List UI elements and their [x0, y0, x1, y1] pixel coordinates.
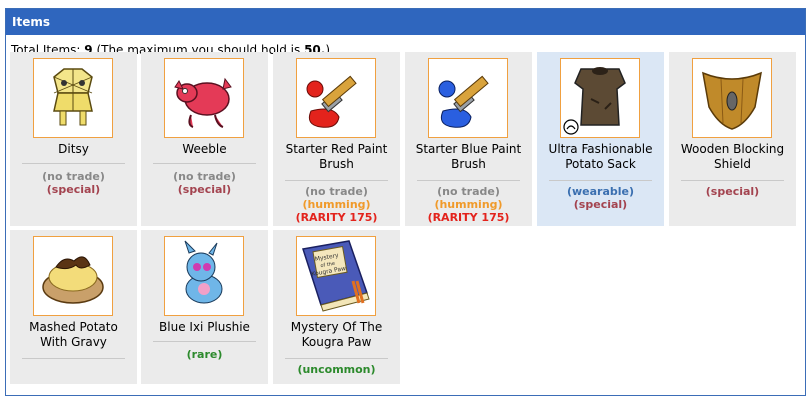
item-divider — [549, 180, 652, 181]
item-weeble[interactable]: Weeble (no trade) (special) — [141, 52, 268, 226]
special-tag: (special) — [573, 198, 628, 211]
item-tags: (no trade) (humming) (RARITY 175) — [273, 185, 400, 224]
item-red-paint-brush[interactable]: Starter Red Paint Brush (no trade) (hummi… — [273, 52, 400, 226]
blue-paint-brush-icon[interactable] — [428, 58, 508, 138]
item-name: Blue Ixi Plushie — [159, 320, 250, 334]
item-divider — [153, 341, 256, 342]
panel-header: Items — [6, 9, 805, 35]
item-potato-sack[interactable]: Ultra Fashionable Potato Sack (wearable) … — [537, 52, 664, 226]
no-trade-tag: (no trade) — [173, 170, 236, 183]
item-divider — [22, 358, 125, 359]
item-divider — [417, 180, 520, 181]
ditsy-petpet-icon[interactable] — [33, 58, 113, 138]
humming-tag: (humming) — [434, 198, 503, 211]
red-paint-brush-icon[interactable] — [296, 58, 376, 138]
item-kougra-book[interactable]: Mystery of the Kougra Paw Mystery Of The… — [273, 230, 400, 384]
item-divider — [681, 180, 784, 181]
panel-title: Items — [12, 15, 50, 29]
potato-sack-icon[interactable] — [560, 58, 640, 138]
item-blue-ixi-plushie[interactable]: Blue Ixi Plushie (rare) — [141, 230, 268, 384]
item-tags: (uncommon) — [273, 363, 400, 376]
rarity-tag: (RARITY 175) — [295, 211, 378, 224]
item-name: Starter Red Paint Brush — [285, 142, 388, 171]
item-name: Ultra Fashionable Potato Sack — [548, 142, 653, 171]
item-divider — [285, 358, 388, 359]
wearable-tag: (wearable) — [566, 185, 635, 198]
item-name: Starter Blue Paint Brush — [415, 142, 522, 171]
item-ditsy[interactable]: Ditsy (no trade) (special) — [10, 52, 137, 226]
uncommon-tag: (uncommon) — [297, 363, 376, 376]
item-wooden-shield[interactable]: Wooden Blocking Shield (special) — [669, 52, 796, 226]
item-tags: (no trade) (humming) (RARITY 175) — [405, 185, 532, 224]
mashed-potato-icon[interactable] — [33, 236, 113, 316]
weeble-petpet-icon[interactable] — [164, 58, 244, 138]
no-trade-tag: (no trade) — [437, 185, 500, 198]
no-trade-tag: (no trade) — [42, 170, 105, 183]
special-tag: (special) — [177, 183, 232, 196]
no-trade-tag: (no trade) — [305, 185, 368, 198]
item-tags: (rare) — [141, 348, 268, 361]
item-divider — [285, 180, 388, 181]
item-divider — [153, 163, 256, 164]
item-mashed-potato[interactable]: Mashed Potato With Gravy — [10, 230, 137, 384]
ixi-plushie-icon[interactable] — [164, 236, 244, 316]
item-name: Ditsy — [58, 142, 89, 156]
special-tag: (special) — [46, 183, 101, 196]
item-blue-paint-brush[interactable]: Starter Blue Paint Brush (no trade) (humm… — [405, 52, 532, 226]
item-name: Mystery Of The Kougra Paw — [290, 320, 383, 349]
item-name: Mashed Potato With Gravy — [29, 320, 118, 349]
item-divider — [22, 163, 125, 164]
wooden-shield-icon[interactable] — [692, 58, 772, 138]
rarity-tag: (RARITY 175) — [427, 211, 510, 224]
item-name: Weeble — [182, 142, 227, 156]
item-tags: (wearable) (special) — [537, 185, 664, 211]
item-name: Wooden Blocking Shield — [680, 142, 785, 171]
kougra-book-icon[interactable]: Mystery of the Kougra Paw — [296, 236, 376, 316]
rare-tag: (rare) — [186, 348, 223, 361]
special-tag: (special) — [705, 185, 760, 198]
humming-tag: (humming) — [302, 198, 371, 211]
item-tags: (no trade) (special) — [141, 170, 268, 196]
item-tags: (no trade) (special) — [10, 170, 137, 196]
item-tags: (special) — [669, 185, 796, 198]
